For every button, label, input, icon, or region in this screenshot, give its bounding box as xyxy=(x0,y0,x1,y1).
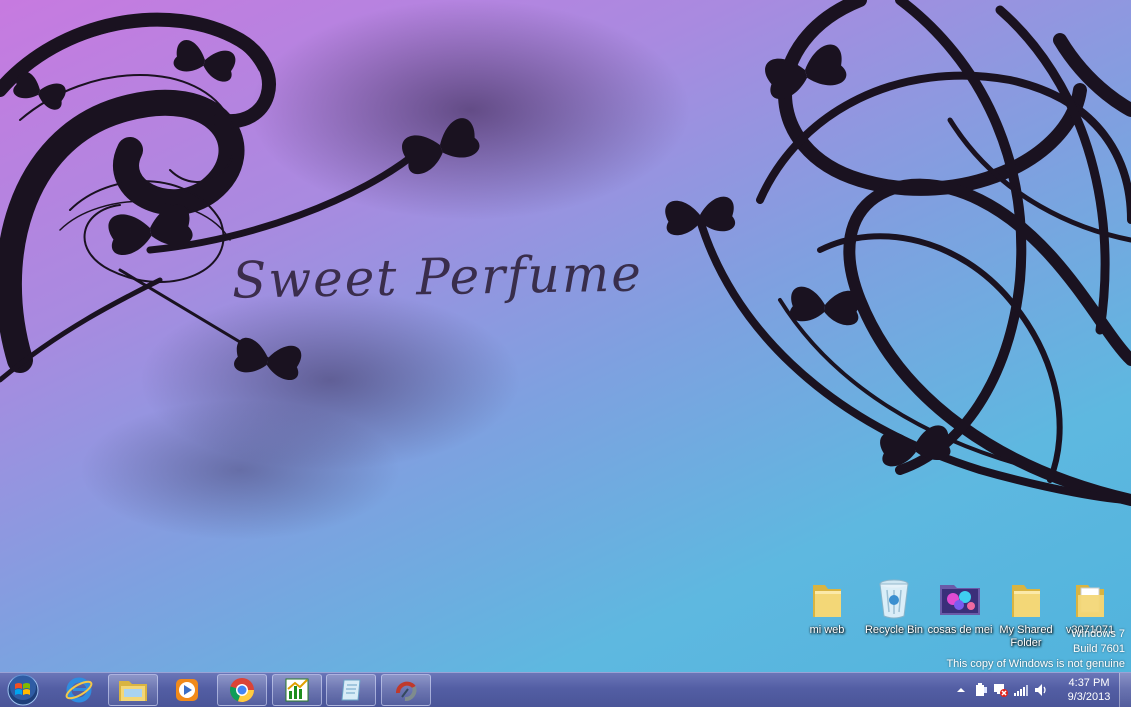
taskbar: 4:37 PM 9/3/2013 xyxy=(0,672,1131,707)
clock-time: 4:37 PM xyxy=(1068,677,1110,689)
watermark-os: Windows 7 xyxy=(1071,628,1125,640)
chrome-icon xyxy=(229,678,254,702)
recycle-bin-icon xyxy=(872,576,916,622)
folder-icon xyxy=(805,576,849,622)
taskbar-internet-explorer[interactable] xyxy=(54,674,104,706)
chart-app-icon xyxy=(285,678,309,702)
taskbar-notepad-app[interactable] xyxy=(326,674,376,706)
taskbar-google-chrome[interactable] xyxy=(217,674,267,706)
desktop-icon-recycle-bin[interactable]: Recycle Bin xyxy=(861,576,927,637)
desktop: Sweet Perfume mi web Recycle Bin cosas d… xyxy=(0,0,1131,707)
taskbar-media-player[interactable] xyxy=(162,674,212,706)
start-button[interactable] xyxy=(2,673,44,707)
desktop-icon-label: mi web xyxy=(809,624,845,636)
signal-icon[interactable] xyxy=(1011,680,1031,700)
wallpaper-art xyxy=(0,0,1131,506)
internet-explorer-icon xyxy=(65,677,93,703)
notepad-icon xyxy=(341,679,361,701)
wallpaper-title: Sweet Perfume xyxy=(231,244,644,310)
taskbar-spinner-app[interactable] xyxy=(381,674,431,706)
folder-icon xyxy=(119,681,147,701)
genuine-watermark: Windows 7 Build 7601 This copy of Window… xyxy=(946,627,1125,672)
image-folder-icon xyxy=(938,576,982,622)
media-player-icon xyxy=(176,679,198,701)
folder-icon xyxy=(1068,576,1112,622)
desktop-icon-label: Recycle Bin xyxy=(864,624,924,636)
clock[interactable]: 4:37 PM 9/3/2013 xyxy=(1061,676,1117,704)
clock-date: 9/3/2013 xyxy=(1067,691,1111,703)
taskbar-chart-app[interactable] xyxy=(272,674,322,706)
network-error-icon[interactable] xyxy=(991,680,1011,700)
volume-icon[interactable] xyxy=(1031,680,1051,700)
power-icon[interactable] xyxy=(971,680,991,700)
show-desktop-button[interactable] xyxy=(1119,673,1131,707)
taskbar-windows-explorer[interactable] xyxy=(108,674,158,706)
folder-icon xyxy=(1004,576,1048,622)
system-tray: 4:37 PM 9/3/2013 xyxy=(951,673,1117,707)
watermark-notice: This copy of Windows is not genuine xyxy=(946,658,1125,670)
show-hidden-icons-icon[interactable] xyxy=(951,680,971,700)
spinner-icon xyxy=(396,681,417,701)
start-orb-icon xyxy=(7,674,39,706)
desktop-icon-mi-web[interactable]: mi web xyxy=(794,576,860,637)
watermark-build: Build 7601 xyxy=(1073,643,1125,655)
